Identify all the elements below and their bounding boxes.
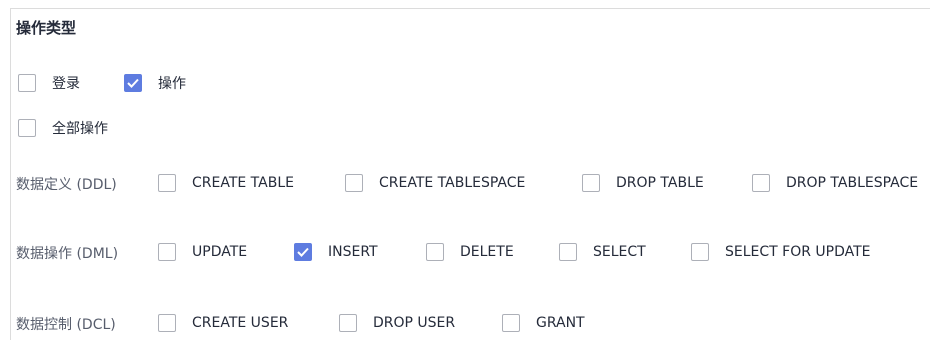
checkbox[interactable] bbox=[691, 243, 709, 261]
checkbox[interactable] bbox=[18, 74, 36, 92]
option-login[interactable]: 登录 bbox=[18, 73, 80, 93]
option-create-user[interactable]: CREATE USER bbox=[158, 314, 288, 332]
option-label: 操作 bbox=[158, 76, 186, 92]
option-select-for-update[interactable]: SELECT FOR UPDATE bbox=[691, 243, 871, 261]
option-operation[interactable]: 操作 bbox=[124, 73, 186, 93]
option-grant[interactable]: GRANT bbox=[502, 314, 585, 332]
option-delete[interactable]: DELETE bbox=[426, 243, 514, 261]
group-label: 数据操作 (DML) bbox=[16, 246, 119, 262]
option-drop-tablespace[interactable]: DROP TABLESPACE bbox=[752, 174, 918, 192]
checkbox[interactable] bbox=[294, 243, 312, 261]
section-title: 操作类型 bbox=[16, 19, 77, 37]
option-label: DROP TABLESPACE bbox=[786, 175, 919, 191]
option-label: CREATE TABLE bbox=[192, 175, 294, 191]
option-select[interactable]: SELECT bbox=[559, 243, 646, 261]
option-label: CREATE USER bbox=[192, 315, 289, 331]
option-update[interactable]: UPDATE bbox=[158, 243, 247, 261]
checkbox[interactable] bbox=[158, 174, 176, 192]
checkbox[interactable] bbox=[158, 314, 176, 332]
checkmark-icon bbox=[297, 247, 309, 257]
option-insert[interactable]: INSERT bbox=[294, 243, 378, 261]
option-label: INSERT bbox=[328, 244, 378, 260]
option-all-operations[interactable]: 全部操作 bbox=[18, 118, 108, 138]
option-label: DROP TABLE bbox=[616, 175, 704, 191]
option-create-table[interactable]: CREATE TABLE bbox=[158, 174, 294, 192]
checkbox[interactable] bbox=[752, 174, 770, 192]
option-label: UPDATE bbox=[192, 244, 248, 260]
checkbox[interactable] bbox=[345, 174, 363, 192]
checkbox[interactable] bbox=[502, 314, 520, 332]
option-label: 全部操作 bbox=[52, 121, 108, 137]
dcl-row-label: 数据控制 (DCL) bbox=[16, 313, 116, 335]
ddl-row-label: 数据定义 (DDL) bbox=[16, 173, 117, 195]
checkbox[interactable] bbox=[339, 314, 357, 332]
checkbox[interactable] bbox=[559, 243, 577, 261]
checkbox[interactable] bbox=[158, 243, 176, 261]
option-create-tablespace[interactable]: CREATE TABLESPACE bbox=[345, 174, 525, 192]
option-drop-table[interactable]: DROP TABLE bbox=[582, 174, 704, 192]
option-label: DELETE bbox=[460, 244, 514, 260]
checkbox[interactable] bbox=[18, 119, 36, 137]
group-label: 数据定义 (DDL) bbox=[16, 177, 117, 193]
dml-row-label: 数据操作 (DML) bbox=[16, 242, 118, 264]
checkbox[interactable] bbox=[124, 74, 142, 92]
checkmark-icon bbox=[127, 78, 139, 88]
option-label: GRANT bbox=[536, 315, 585, 331]
group-label: 数据控制 (DCL) bbox=[16, 317, 116, 333]
option-drop-user[interactable]: DROP USER bbox=[339, 314, 455, 332]
option-label: SELECT bbox=[593, 244, 646, 260]
checkbox[interactable] bbox=[582, 174, 600, 192]
option-label: CREATE TABLESPACE bbox=[379, 175, 526, 191]
option-label: 登录 bbox=[52, 76, 80, 92]
option-label: DROP USER bbox=[373, 315, 456, 331]
option-label: SELECT FOR UPDATE bbox=[725, 244, 871, 260]
checkbox[interactable] bbox=[426, 243, 444, 261]
